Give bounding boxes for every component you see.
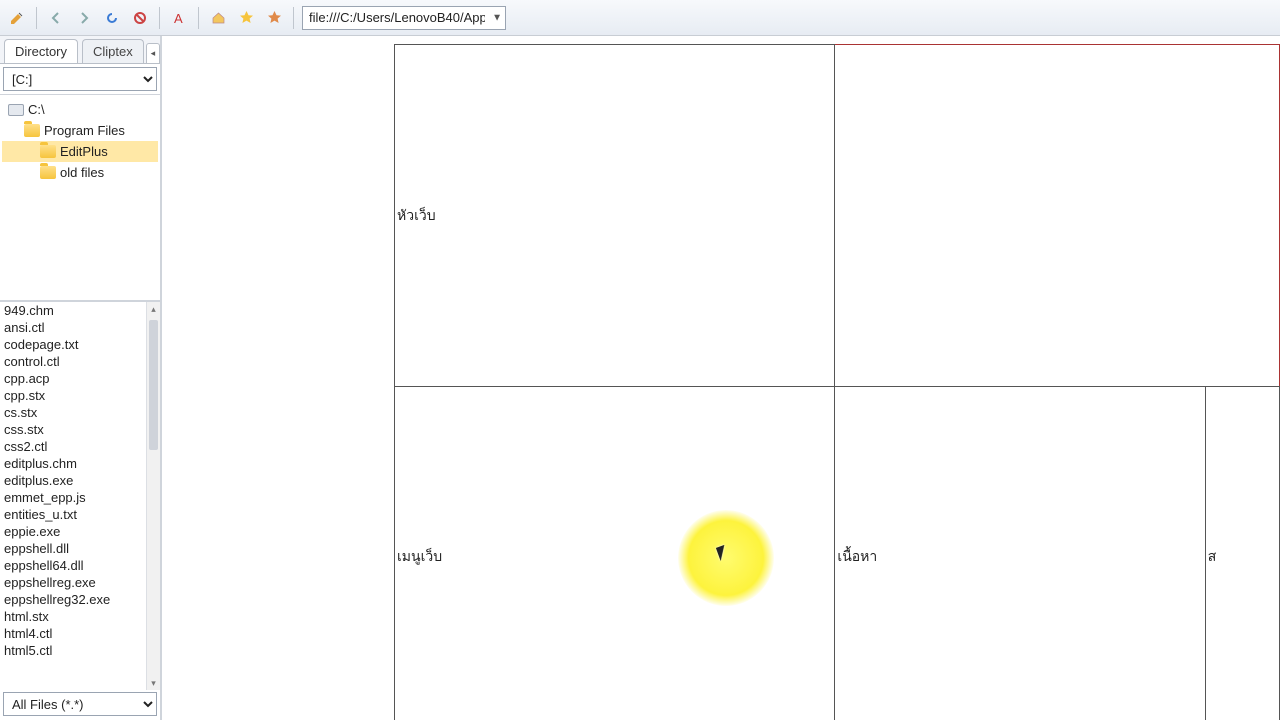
file-item[interactable]: cpp.acp [0,370,146,387]
address-bar-wrap: ▼ [302,6,506,30]
main-area: Directory Cliptex ◂ [C:] C:\ Program File… [0,36,1280,720]
file-item[interactable]: html5.ctl [0,642,146,659]
separator [159,7,160,29]
font-icon[interactable]: A [168,7,190,29]
file-item[interactable]: css.stx [0,421,146,438]
file-item[interactable]: ansi.ctl [0,319,146,336]
file-item[interactable]: 949.chm [0,302,146,319]
file-item[interactable]: editplus.chm [0,455,146,472]
directory-tree[interactable]: C:\ Program Files EditPlus old files [0,94,160,300]
file-list[interactable]: 949.chmansi.ctlcodepage.txtcontrol.ctlcp… [0,300,160,690]
separator [36,7,37,29]
tree-item-label: old files [60,165,104,180]
tab-scroll-left-icon[interactable]: ◂ [146,43,160,63]
cell-header: หัวเว็บ [395,45,835,387]
separator [293,7,294,29]
edit-icon[interactable] [6,7,28,29]
scroll-thumb[interactable] [149,320,158,450]
folder-icon [40,145,56,158]
scrollbar[interactable]: ▴ ▾ [146,302,160,690]
favorite-add-icon[interactable] [263,7,285,29]
refresh-icon[interactable] [101,7,123,29]
address-bar[interactable] [302,6,506,30]
tree-item-label: Program Files [44,123,125,138]
file-item[interactable]: entities_u.txt [0,506,146,523]
folder-icon [24,124,40,137]
tree-item[interactable]: EditPlus [2,141,158,162]
preview-table: หัวเว็บ เมนูเว็บ เนื้อหา ส [394,44,1280,720]
file-item[interactable]: css2.ctl [0,438,146,455]
file-item[interactable]: editplus.exe [0,472,146,489]
cell-header-right [835,45,1280,387]
tab-cliptext[interactable]: Cliptex [82,39,144,63]
stop-icon[interactable] [129,7,151,29]
cell-body: เนื้อหา [835,387,1205,720]
file-item[interactable]: cs.stx [0,404,146,421]
file-filter-select[interactable]: All Files (*.*) [3,692,157,716]
file-item[interactable]: eppshellreg32.exe [0,591,146,608]
file-item[interactable]: eppie.exe [0,523,146,540]
scroll-down-icon[interactable]: ▾ [147,676,160,690]
svg-text:A: A [174,11,183,25]
tab-directory[interactable]: Directory [4,39,78,63]
forward-icon[interactable] [73,7,95,29]
separator [198,7,199,29]
home-icon[interactable] [207,7,229,29]
tree-item[interactable]: old files [2,162,158,183]
file-item[interactable]: codepage.txt [0,336,146,353]
back-icon[interactable] [45,7,67,29]
tree-item-label: EditPlus [60,144,108,159]
file-item[interactable]: html.stx [0,608,146,625]
tree-item[interactable]: Program Files [2,120,158,141]
file-item[interactable]: html4.ctl [0,625,146,642]
tree-item[interactable]: C:\ [2,99,158,120]
cell-more: ส [1205,387,1279,720]
scroll-up-icon[interactable]: ▴ [147,302,160,316]
folder-icon [40,166,56,179]
sidebar: Directory Cliptex ◂ [C:] C:\ Program File… [0,36,162,720]
preview-pane: หัวเว็บ เมนูเว็บ เนื้อหา ส [162,36,1280,720]
file-item[interactable]: eppshell.dll [0,540,146,557]
file-item[interactable]: eppshellreg.exe [0,574,146,591]
cell-menu: เมนูเว็บ [395,387,835,720]
tree-item-label: C:\ [28,102,45,117]
sidebar-tabs: Directory Cliptex ◂ [0,36,160,64]
file-item[interactable]: emmet_epp.js [0,489,146,506]
favorites-icon[interactable] [235,7,257,29]
file-item[interactable]: cpp.stx [0,387,146,404]
file-item[interactable]: control.ctl [0,353,146,370]
main-toolbar: A ▼ [0,0,1280,36]
file-item[interactable]: eppshell64.dll [0,557,146,574]
drive-icon [8,104,24,116]
drive-select[interactable]: [C:] [3,67,157,91]
